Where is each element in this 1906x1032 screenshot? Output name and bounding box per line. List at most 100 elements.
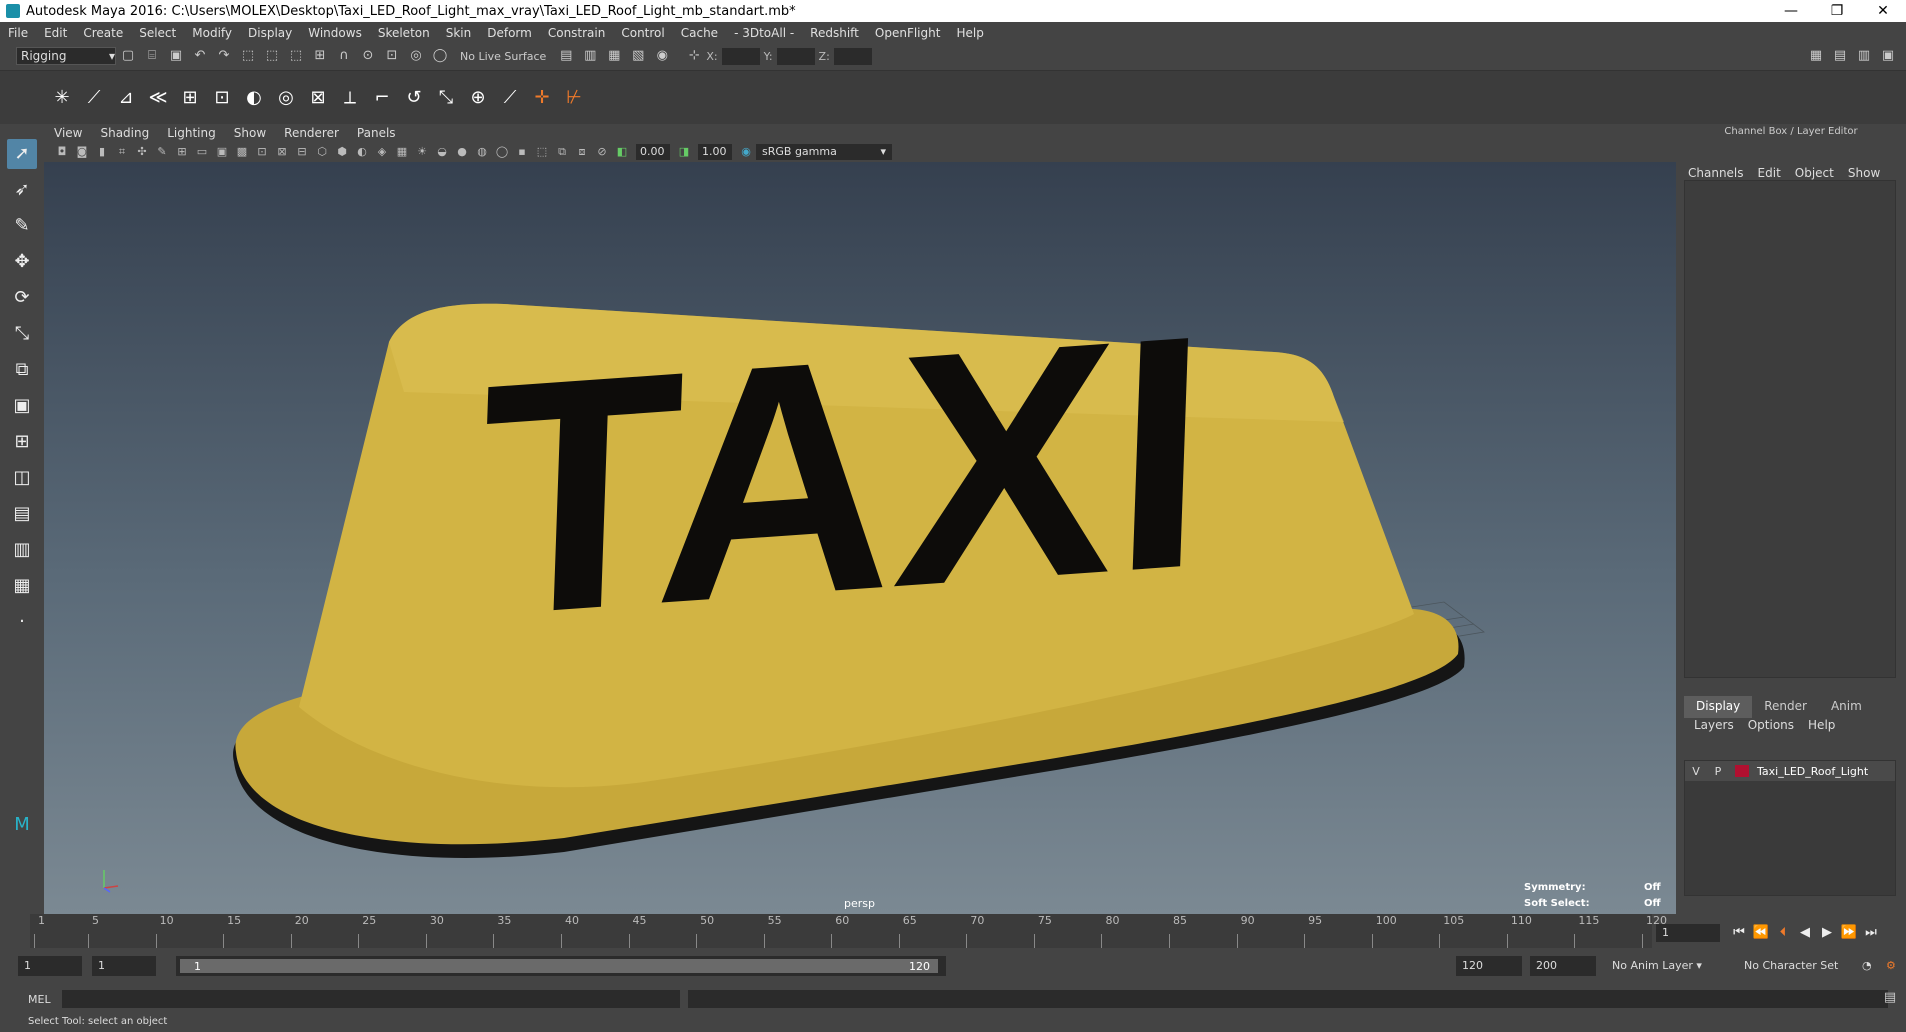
wireframe-icon[interactable]: ⬡ [314,145,330,159]
step-back-key-icon[interactable]: ⏪ [1750,924,1772,942]
paint-weights-icon[interactable]: ⊬ [560,84,588,112]
ik-spline-icon[interactable]: ⊿ [112,84,140,112]
field-chart-icon[interactable]: ⊡ [254,145,270,159]
end-time-field[interactable]: 120 [1456,956,1522,976]
attribute-editor-icon[interactable]: ▤ [1831,48,1849,64]
redo-icon[interactable]: ↷ [215,48,233,64]
menu-openflight[interactable]: OpenFlight [875,26,941,40]
dope-sheet-layout-icon[interactable]: ▦ [7,571,37,601]
point-constraint-icon[interactable]: ⟂ [336,84,364,112]
anim-end-field[interactable]: 200 [1530,956,1596,976]
undo-icon[interactable]: ↶ [191,48,209,64]
range-slider[interactable]: 1 120 [176,956,946,976]
menu-file[interactable]: File [8,26,28,40]
sculpt-deformer-icon[interactable]: ◎ [272,84,300,112]
play-forward-icon[interactable]: ▶ [1816,924,1838,942]
select-object-icon[interactable]: ⬚ [263,48,281,64]
snap-grid-icon[interactable]: ⊞ [311,48,329,64]
range-slider-handle[interactable]: 1 120 [180,959,938,973]
resolution-gate-icon[interactable]: ▣ [214,145,230,159]
locator-icon[interactable]: ⊞ [176,84,204,112]
channels-list[interactable] [1684,180,1896,678]
layer-row[interactable]: V P Taxi_LED_Roof_Light [1685,761,1895,781]
menu-control[interactable]: Control [621,26,664,40]
ik-handle-icon[interactable]: ⟋ [80,84,108,112]
safe-title-icon[interactable]: ⊟ [294,145,310,159]
menu-edit[interactable]: Edit [44,26,67,40]
step-back-frame-icon[interactable]: ⏴ [1772,924,1794,942]
absolute-transform-icon[interactable]: ⊹ [685,48,703,64]
preferences-icon[interactable]: ⚙ [1886,956,1896,976]
snap-point-icon[interactable]: ⊙ [359,48,377,64]
scale-tool-icon[interactable]: ⤡ [7,319,37,349]
menu-skin[interactable]: Skin [446,26,472,40]
select-tool-icon[interactable]: ➚ [7,139,37,169]
gate-mask-icon[interactable]: ▩ [234,145,250,159]
xray-joints-icon[interactable]: ⧈ [574,145,590,159]
menu-modify[interactable]: Modify [192,26,232,40]
script-editor-icon[interactable]: ▤ [1881,990,1899,1006]
menu-select[interactable]: Select [139,26,176,40]
last-tool-icon[interactable]: ⧉ [7,355,37,385]
use-all-lights-icon[interactable]: ☀ [414,145,430,159]
gamma-icon[interactable]: ◨ [676,145,692,159]
layer-tab-anim[interactable]: Anim [1819,696,1874,718]
camera-attributes-icon[interactable]: ◙ [74,145,90,159]
menu-deform[interactable]: Deform [487,26,532,40]
wire-deformer-icon[interactable]: ⊠ [304,84,332,112]
auto-key-icon[interactable]: ◔ [1862,956,1872,976]
step-forward-key-icon[interactable]: ⏩ [1838,924,1860,942]
minimize-button[interactable]: — [1768,0,1814,22]
layer-tab-render[interactable]: Render [1752,696,1819,718]
panel-menu-shading[interactable]: Shading [100,126,149,140]
layer-name[interactable]: Taxi_LED_Roof_Light [1757,765,1868,778]
z-field[interactable] [833,47,872,65]
layer-tab-display[interactable]: Display [1684,696,1753,718]
move-tool-icon[interactable]: ✥ [7,247,37,277]
orient-constraint-icon[interactable]: ↺ [400,84,428,112]
default-lighting-icon[interactable]: ◐ [354,145,370,159]
command-input[interactable] [62,990,680,1008]
open-scene-icon[interactable]: ⌸ [143,48,161,64]
current-frame-field[interactable]: 1 [1656,924,1720,942]
save-scene-icon[interactable]: ▣ [167,48,185,64]
render-settings-icon[interactable]: ▧ [629,48,647,64]
insert-joint-icon[interactable]: ≪ [144,84,172,112]
close-button[interactable]: ✕ [1860,0,1906,22]
snap-curve-icon[interactable]: ∩ [335,48,353,64]
tool-settings-icon[interactable]: ▥ [1855,48,1873,64]
ipr-render-icon[interactable]: ▦ [605,48,623,64]
panel-menu-panels[interactable]: Panels [357,126,396,140]
anti-aliasing-icon[interactable]: ◯ [494,145,510,159]
four-view-layout-icon[interactable]: ⊞ [7,427,37,457]
cluster-icon[interactable]: ⊡ [208,84,236,112]
layer-menu-options[interactable]: Options [1748,718,1794,738]
grid-toggle-icon[interactable]: ⊞ [174,145,190,159]
channel-tab-object[interactable]: Object [1795,166,1834,180]
script-language-label[interactable]: MEL [28,993,58,1006]
play-backward-icon[interactable]: ◀ [1794,924,1816,942]
y-field[interactable] [776,47,815,65]
lattice-icon[interactable]: ◐ [240,84,268,112]
image-plane-icon[interactable]: ⌗ [114,145,130,159]
xray-icon[interactable]: ⧉ [554,145,570,159]
channel-tab-channels[interactable]: Channels [1688,166,1744,180]
channel-tab-edit[interactable]: Edit [1758,166,1781,180]
perspective-viewport[interactable]: TAXI persp Symmetry: Off Soft Select: Of… [44,162,1676,914]
more-layouts-icon[interactable]: · [7,607,37,637]
new-scene-icon[interactable]: ▢ [119,48,137,64]
xray-components-icon[interactable]: ⊘ [594,145,610,159]
bind-skin-icon[interactable]: ✛ [528,84,556,112]
start-time-field[interactable]: 1 [18,956,82,976]
panel-menu-view[interactable]: View [54,126,82,140]
anim-layer-dropdown[interactable]: No Anim Layer ▾ [1612,956,1702,976]
timeline-ticks[interactable]: 1 5 10 15 20 25 30 35 40 45 50 55 60 65 70 75 80 85 90 95 10… [30,914,1667,948]
menu-display[interactable]: Display [248,26,292,40]
color-space-dropdown[interactable]: sRGB gamma ▾ [756,144,892,160]
go-to-end-icon[interactable]: ⏭ [1860,924,1882,942]
twod-pan-icon[interactable]: ✣ [134,145,150,159]
menu-create[interactable]: Create [83,26,123,40]
graph-layout-icon[interactable]: ▥ [7,535,37,565]
gamma-field[interactable]: 1.00 [698,144,732,160]
render-view-icon[interactable]: ▥ [581,48,599,64]
